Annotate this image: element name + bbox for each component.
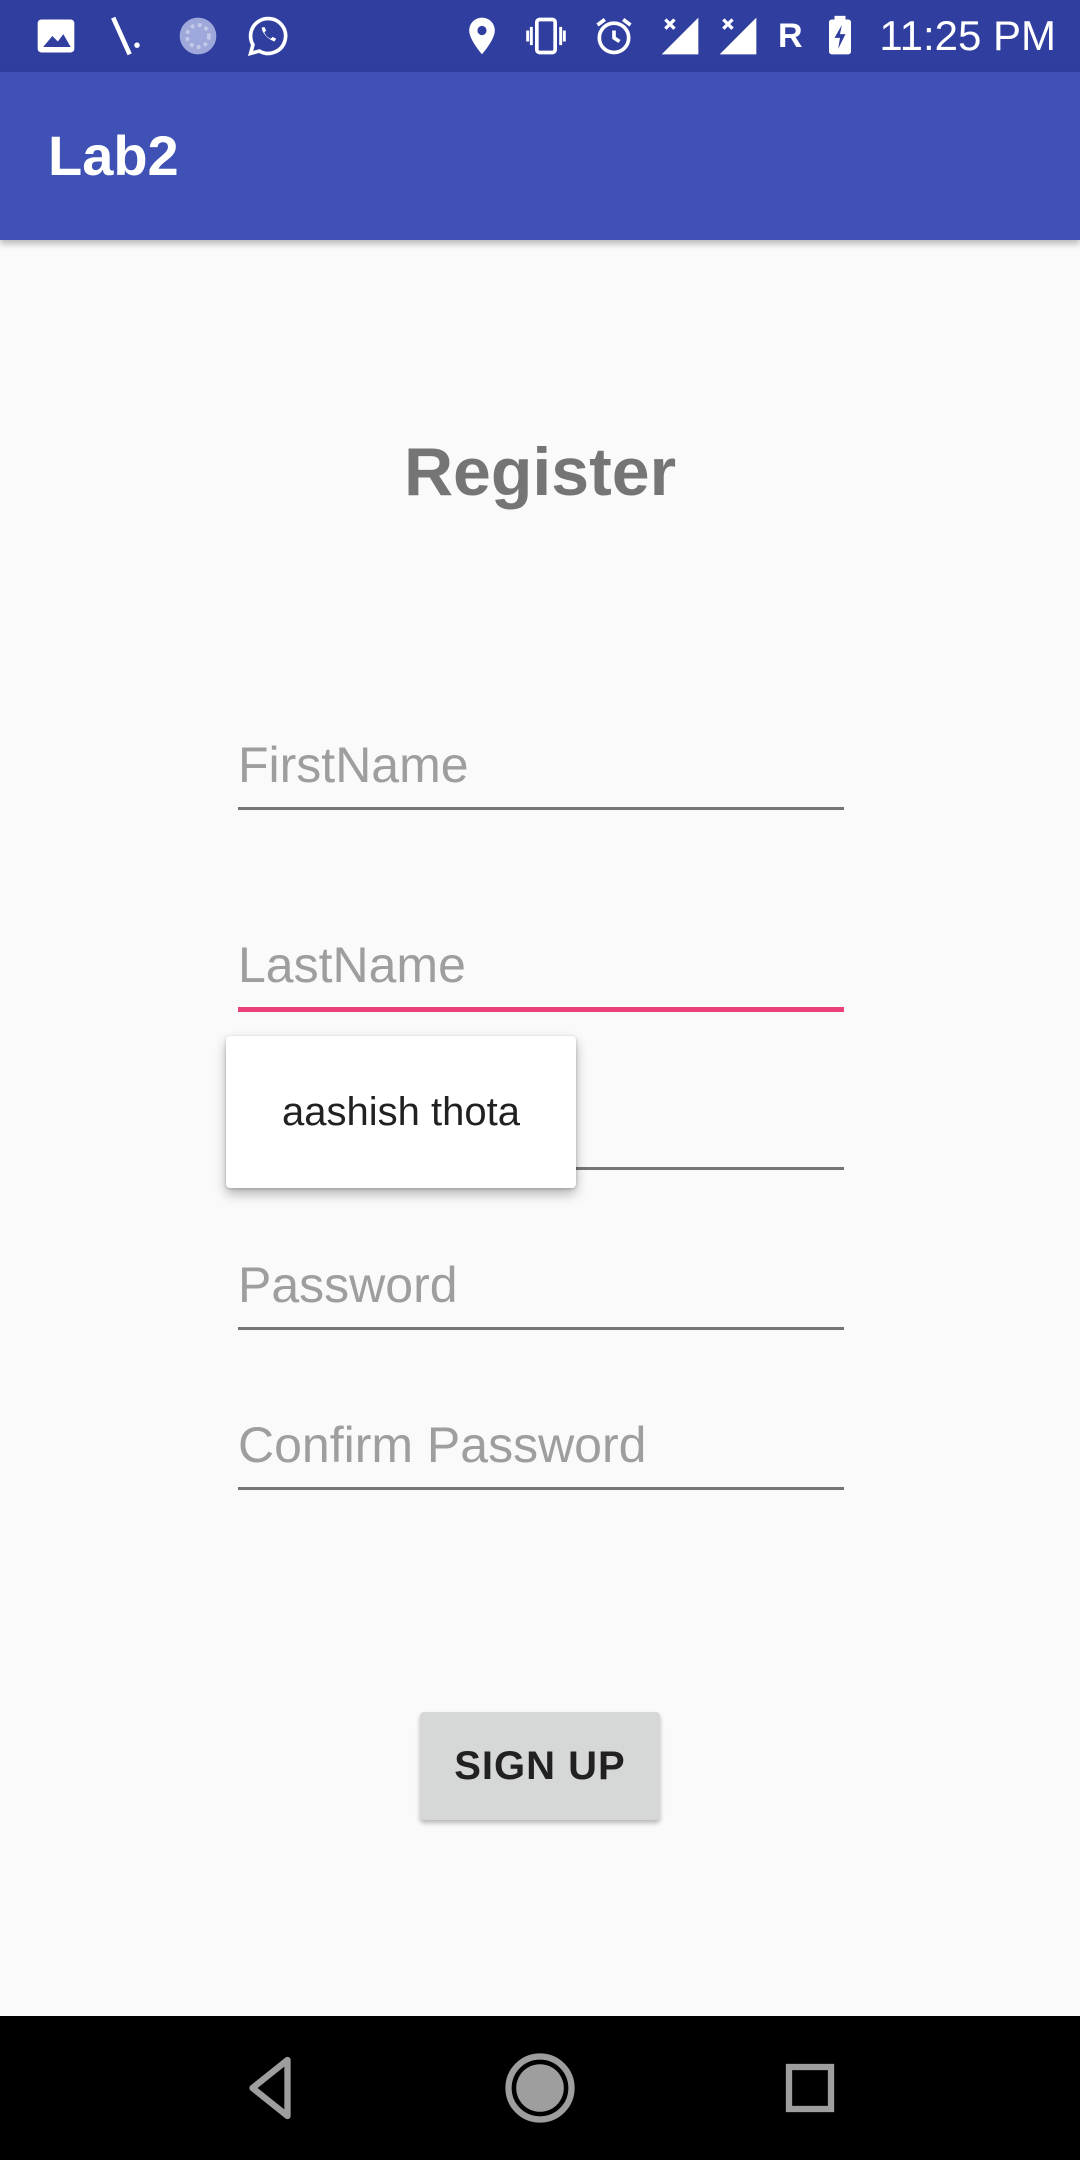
status-bar: R 11:25 PM	[0, 0, 1080, 72]
recents-icon[interactable]	[768, 2046, 852, 2130]
tool-icon	[111, 16, 140, 56]
signal-icon	[661, 17, 699, 55]
alarm-icon	[596, 18, 632, 55]
signal-icon	[719, 17, 757, 55]
autocomplete-suggestion[interactable]: aashish thota	[226, 1036, 576, 1188]
last-name-input[interactable]	[238, 933, 844, 997]
location-icon	[469, 17, 495, 55]
image-icon	[37, 19, 75, 53]
back-icon[interactable]	[228, 2046, 312, 2130]
app-bar: Lab2	[0, 72, 1080, 240]
first-name-input[interactable]	[238, 733, 844, 797]
roaming-indicator: R	[778, 17, 803, 55]
app-title: Lab2	[48, 124, 179, 187]
last-name-field[interactable]	[238, 922, 844, 1012]
navigation-bar	[0, 2016, 1080, 2160]
whatsapp-icon	[247, 16, 288, 57]
page-title: Register	[403, 434, 677, 510]
sync-icon	[179, 17, 217, 55]
password-input[interactable]	[238, 1253, 844, 1317]
first-name-field[interactable]	[238, 720, 844, 810]
home-icon[interactable]	[498, 2046, 582, 2130]
autocomplete-popup: aashish thota	[226, 1036, 576, 1188]
status-time: 11:25 PM	[879, 12, 1056, 59]
battery-charging-icon	[829, 15, 851, 55]
vibrate-icon	[526, 17, 566, 55]
password-field[interactable]	[238, 1240, 844, 1330]
confirm-password-field[interactable]	[238, 1400, 844, 1490]
sign-up-button[interactable]: SIGN UP	[420, 1712, 660, 1820]
confirm-password-input[interactable]	[238, 1413, 844, 1477]
